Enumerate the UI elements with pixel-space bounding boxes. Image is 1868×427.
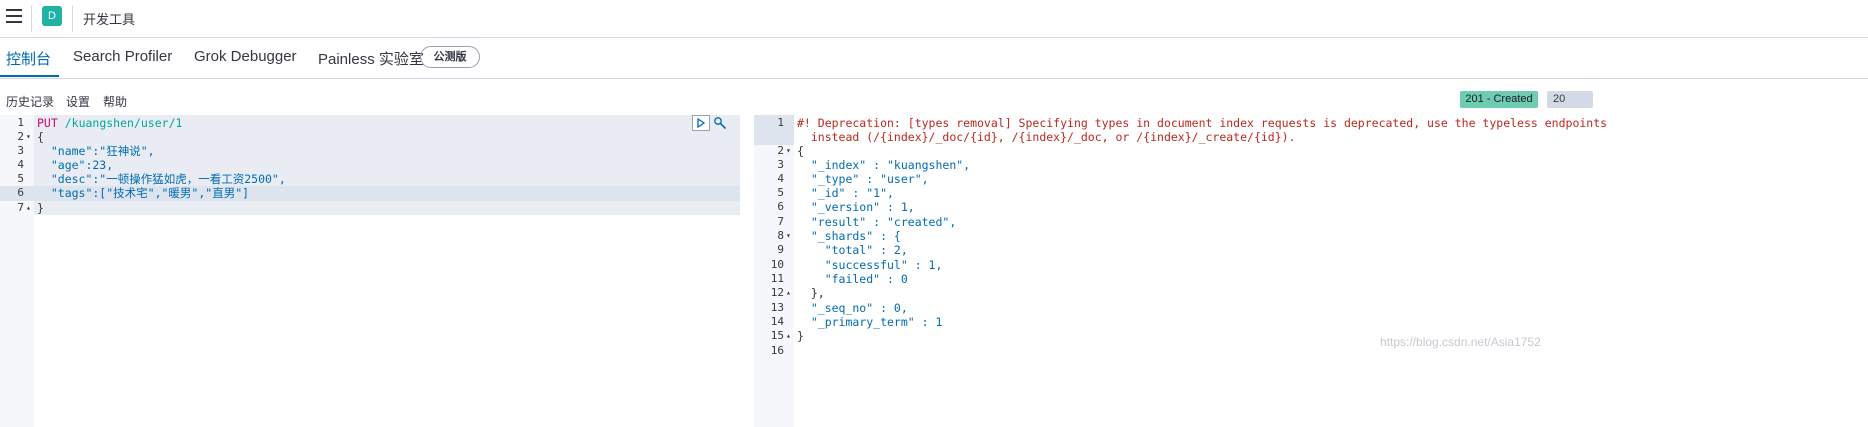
fold-down-icon[interactable]: ▾ bbox=[786, 229, 791, 243]
line-number: 7 bbox=[777, 215, 784, 228]
request-line: { bbox=[37, 130, 44, 144]
request-line: "desc":"一顿操作猛如虎，一看工资2500", bbox=[37, 172, 286, 186]
line-number: 7 bbox=[17, 201, 24, 214]
response-line: "total" : 2, bbox=[797, 243, 908, 257]
play-icon[interactable] bbox=[692, 115, 710, 131]
line-number: 4 bbox=[777, 172, 784, 185]
breadcrumb-app-title: 开发工具 bbox=[83, 12, 136, 27]
request-line: "age":23, bbox=[37, 158, 114, 172]
response-line: { bbox=[797, 144, 804, 158]
beta-badge: 公测版 bbox=[420, 46, 480, 68]
hamburger-menu-icon[interactable] bbox=[6, 9, 22, 23]
request-line: } bbox=[37, 201, 44, 215]
settings-link[interactable]: 设置 bbox=[66, 93, 90, 110]
response-line: "result" : "created", bbox=[797, 215, 957, 229]
request-method: PUT bbox=[37, 116, 58, 130]
line-number: 10 bbox=[770, 258, 784, 271]
line-number: 16 bbox=[770, 344, 784, 357]
line-number: 12 bbox=[770, 286, 784, 299]
devtools-tabs: 控制台 Search Profiler Grok Debugger Painle… bbox=[0, 38, 1868, 79]
response-status-badge: 201 - Created bbox=[1460, 91, 1538, 108]
response-line: "_index" : "kuangshen", bbox=[797, 158, 971, 172]
response-line: "_version" : 1, bbox=[797, 200, 915, 214]
line-number: 13 bbox=[770, 301, 784, 314]
line-number: 8 bbox=[777, 229, 784, 242]
tab-grok-debugger[interactable]: Grok Debugger bbox=[194, 48, 297, 65]
line-number: 5 bbox=[17, 172, 24, 185]
request-line: "tags":["技术宅","暖男","直男"] bbox=[37, 186, 250, 200]
fold-up-icon[interactable]: ▴ bbox=[26, 201, 31, 215]
space-avatar[interactable]: D bbox=[42, 6, 62, 26]
watermark: https://blog.csdn.net/Asia1752 bbox=[1380, 335, 1541, 349]
tab-console[interactable]: 控制台 bbox=[6, 48, 51, 69]
response-line: "successful" : 1, bbox=[797, 258, 943, 272]
deprecation-warning: instead (/{index}/_doc/{id}, /{index}/_d… bbox=[797, 130, 1296, 144]
wrench-icon[interactable] bbox=[713, 116, 727, 130]
history-link[interactable]: 历史记录 bbox=[6, 93, 54, 110]
line-number: 9 bbox=[777, 243, 784, 256]
response-editor: 1 2 ▾ 3 4 5 6 7 8 ▾ 9 10 11 12 ▴ 13 14 1… bbox=[754, 115, 1868, 427]
response-line: "_type" : "user", bbox=[797, 172, 929, 186]
response-line: } bbox=[797, 329, 804, 343]
help-link[interactable]: 帮助 bbox=[103, 93, 127, 110]
tab-search-profiler[interactable]: Search Profiler bbox=[73, 48, 172, 65]
line-number: 1 bbox=[777, 116, 784, 129]
request-editor[interactable]: 1 2 ▾ 3 4 5 6 7 ▴ PUT /kuangshen/user/1 … bbox=[0, 115, 740, 427]
line-number: 2 bbox=[17, 130, 24, 143]
response-line: "_primary_term" : 1 bbox=[797, 315, 943, 329]
line-number: 2 bbox=[777, 144, 784, 157]
line-number: 5 bbox=[777, 186, 784, 199]
request-url: /kuangshen/user/1 bbox=[64, 116, 183, 130]
active-tab-indicator bbox=[0, 75, 59, 77]
line-number: 6 bbox=[777, 200, 784, 213]
response-line: "_shards" : { bbox=[797, 229, 901, 243]
line-number: 3 bbox=[777, 158, 784, 171]
request-line: "name":"狂神说", bbox=[37, 144, 155, 158]
response-line: "_id" : "1", bbox=[797, 186, 894, 200]
line-number: 15 bbox=[770, 329, 784, 342]
fold-up-icon[interactable]: ▴ bbox=[786, 286, 791, 300]
line-number: 4 bbox=[17, 158, 24, 171]
deprecation-warning: #! Deprecation: [types removal] Specifyi… bbox=[797, 116, 1608, 130]
request-actions bbox=[692, 115, 732, 131]
line-number: 6 bbox=[17, 186, 24, 199]
request-line: PUT /kuangshen/user/1 bbox=[37, 116, 182, 130]
response-line: "failed" : 0 bbox=[797, 272, 908, 286]
line-number: 3 bbox=[17, 144, 24, 157]
header-divider bbox=[72, 6, 73, 32]
editor-resize-handle[interactable] bbox=[740, 115, 754, 427]
response-line: }, bbox=[797, 286, 825, 300]
header-divider bbox=[31, 6, 32, 32]
fold-up-icon[interactable]: ▴ bbox=[786, 329, 791, 343]
line-number: 1 bbox=[17, 116, 24, 129]
response-line: "_seq_no" : 0, bbox=[797, 301, 908, 315]
line-number: 14 bbox=[770, 315, 784, 328]
line-number: 11 bbox=[770, 272, 784, 285]
fold-down-icon[interactable]: ▾ bbox=[26, 130, 31, 144]
top-header: D 开发工具 bbox=[0, 0, 1868, 38]
response-time-badge: 20 bbox=[1547, 91, 1593, 108]
tab-painless-lab[interactable]: Painless 实验室 bbox=[318, 48, 424, 69]
fold-down-icon[interactable]: ▾ bbox=[786, 144, 791, 158]
